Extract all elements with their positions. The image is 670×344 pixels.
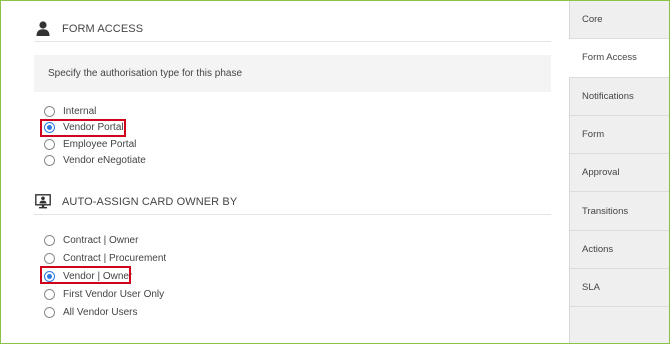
radio-button[interactable]	[44, 306, 55, 318]
tab-label: Form	[582, 129, 605, 141]
radio-button[interactable]	[44, 234, 55, 246]
tab-label: Form Access	[582, 52, 637, 64]
radio-option-vendor-enegotiate[interactable]: Vendor eNegotiate	[44, 153, 146, 170]
radio-label: Employee Portal	[63, 138, 137, 150]
tab-label: SLA	[582, 282, 600, 294]
radio-label: Vendor eNegotiate	[63, 155, 146, 167]
tab-approval[interactable]: Approval	[570, 154, 669, 193]
radio-button[interactable]	[44, 155, 55, 167]
form-access-header: FORM ACCESS	[34, 16, 551, 42]
radio-button[interactable]	[44, 138, 55, 150]
auto-assign-radio-group: Contract | Owner Contract | Procurement …	[40, 231, 166, 321]
radio-label: Vendor | Owner	[63, 270, 133, 282]
tab-transitions[interactable]: Transitions	[570, 192, 669, 231]
tab-label: Notifications	[582, 90, 634, 102]
radio-option-vendor-owner[interactable]: Vendor | Owner	[40, 266, 166, 285]
tab-notifications[interactable]: Notifications	[570, 77, 669, 116]
tab-core[interactable]: Core	[570, 1, 669, 40]
radio-label: First Vendor User Only	[63, 288, 165, 300]
radio-option-contract-procurement[interactable]: Contract | Procurement	[44, 249, 166, 267]
tab-label: Actions	[582, 243, 614, 255]
monitor-user-icon	[34, 193, 52, 211]
radio-label: Contract | Procurement	[63, 252, 167, 264]
tab-label: Core	[582, 14, 603, 26]
main-panel: FORM ACCESS Specify the authorisation ty…	[1, 1, 568, 342]
tab-sla[interactable]: SLA	[570, 269, 669, 308]
tab-form-access[interactable]: Form Access	[569, 39, 669, 78]
radio-option-vendor-portal[interactable]: Vendor Portal	[40, 118, 146, 137]
radio-button[interactable]	[44, 288, 55, 300]
radio-option-employee-portal[interactable]: Employee Portal	[44, 136, 146, 153]
radio-option-first-vendor-user[interactable]: First Vendor User Only	[44, 285, 166, 303]
tab-label: Transitions	[582, 205, 629, 217]
radio-option-contract-owner[interactable]: Contract | Owner	[44, 231, 166, 249]
info-box: Specify the authorisation type for this …	[34, 55, 551, 92]
radio-button[interactable]	[44, 270, 55, 282]
radio-button[interactable]	[44, 105, 55, 117]
radio-option-all-vendor-users[interactable]: All Vendor Users	[44, 303, 166, 321]
info-text: Specify the authorisation type for this …	[48, 68, 243, 79]
radio-label: Internal	[63, 105, 97, 117]
tab-label: Approval	[582, 167, 620, 179]
tab-form[interactable]: Form	[570, 115, 669, 155]
sidebar-tabs: Core Form Access Notifications Form Appr…	[569, 1, 669, 343]
form-access-title: FORM ACCESS	[62, 22, 144, 35]
radio-label: All Vendor Users	[63, 306, 138, 318]
radio-label: Contract | Owner	[63, 234, 139, 246]
radio-label: Vendor Portal	[63, 122, 124, 134]
tab-actions[interactable]: Actions	[570, 230, 669, 270]
auto-assign-header: AUTO-ASSIGN CARD OWNER BY	[34, 189, 551, 215]
auto-assign-title: AUTO-ASSIGN CARD OWNER BY	[62, 195, 238, 208]
radio-option-internal[interactable]: Internal	[44, 103, 146, 120]
user-icon	[34, 20, 52, 38]
form-access-radio-group: Internal Vendor Portal Employee Portal V…	[40, 103, 146, 170]
radio-button[interactable]	[44, 252, 55, 264]
radio-button[interactable]	[44, 122, 55, 134]
